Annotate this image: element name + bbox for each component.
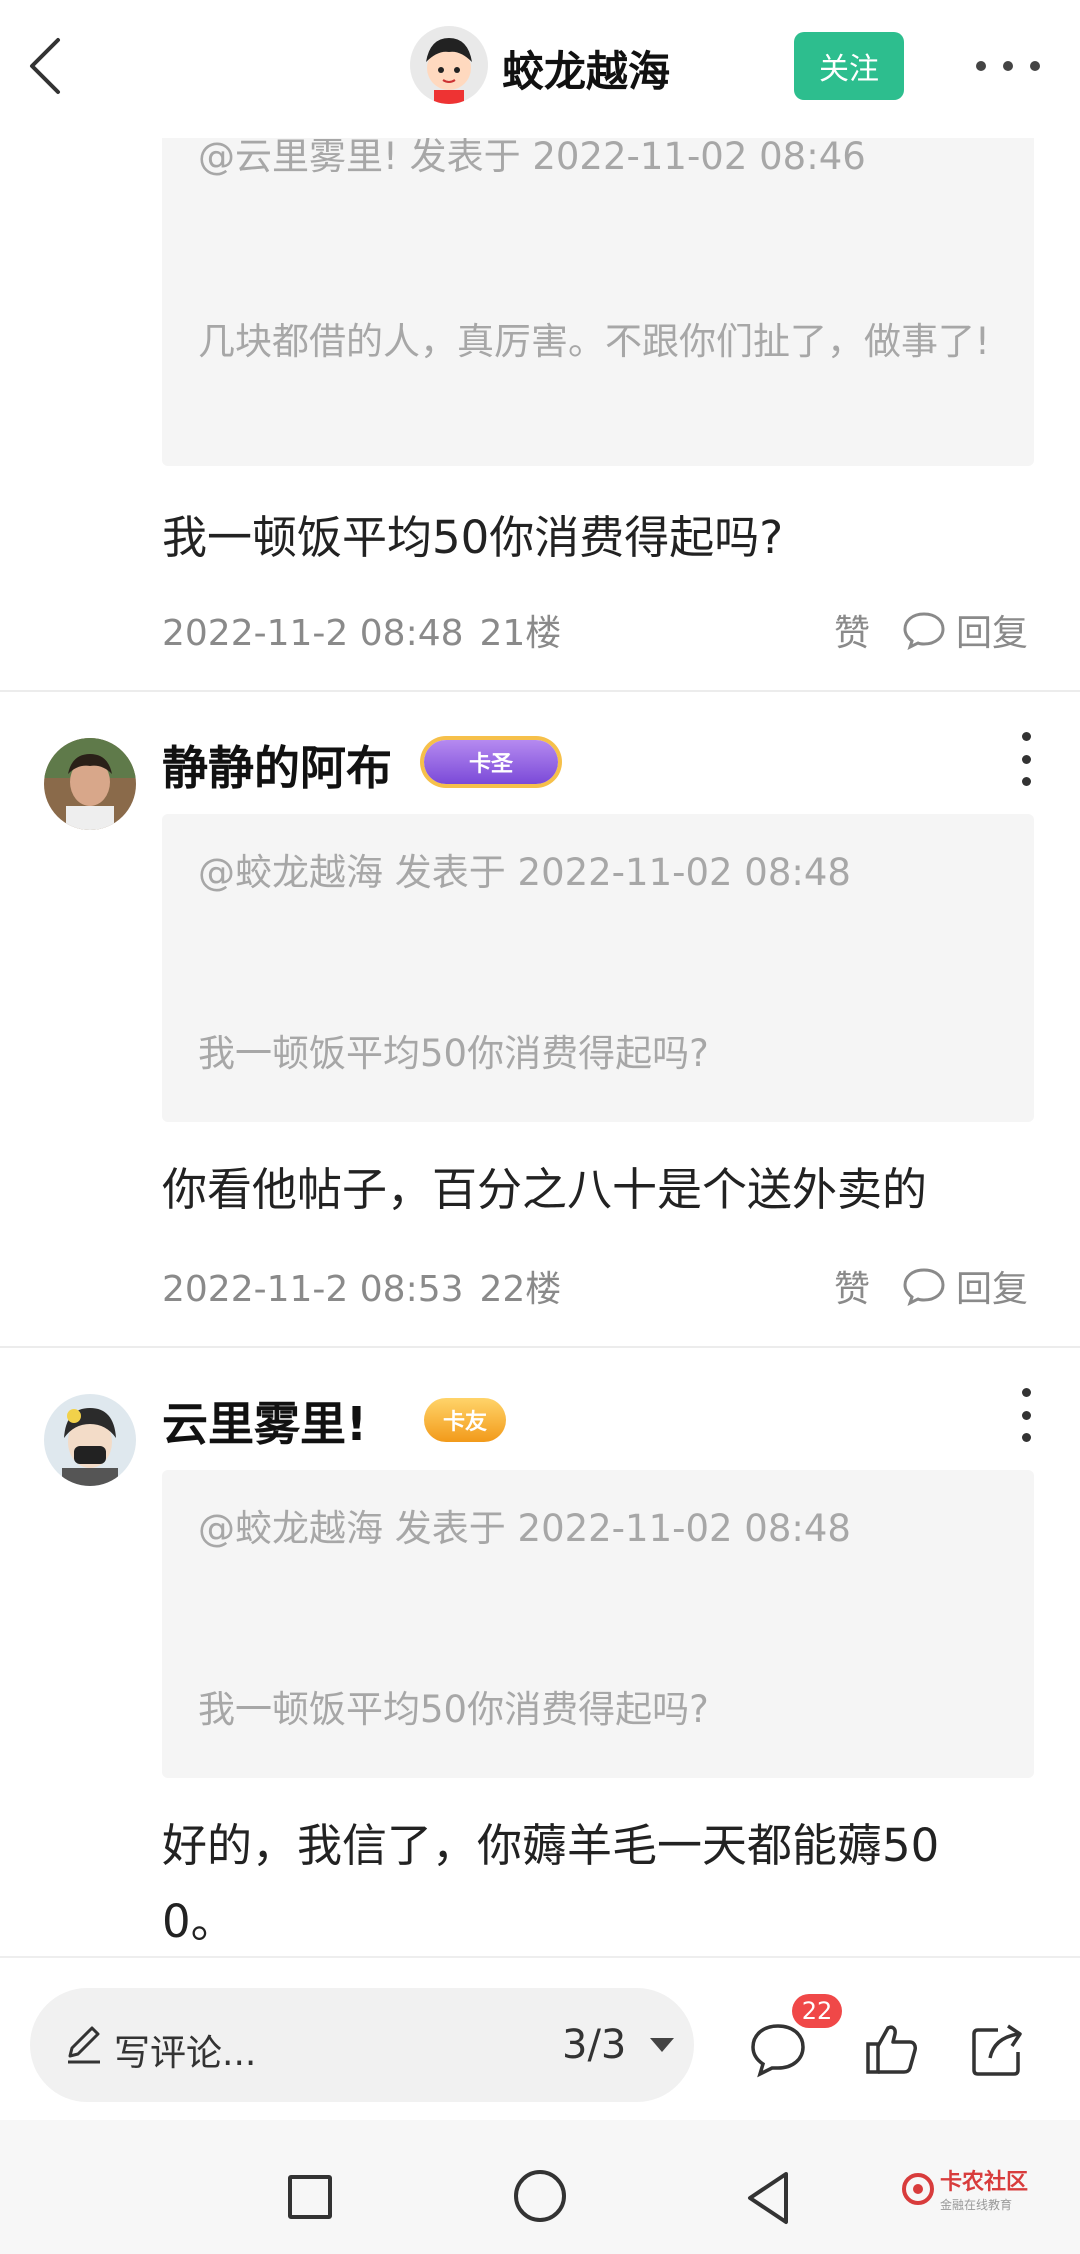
comment-meta: 2022-11-2 08:48 21楼 xyxy=(162,604,561,656)
author-name[interactable]: 蛟龙越海 xyxy=(502,38,670,99)
comment-bubble-icon xyxy=(903,612,945,650)
floor-number: 21楼 xyxy=(479,613,562,654)
comment-bubble-icon xyxy=(903,1268,945,1306)
quote-meta: @蛟龙越海 发表于 2022-11-02 08:48 xyxy=(198,1507,851,1550)
divider xyxy=(0,1346,1080,1348)
follow-button[interactable]: 关注 xyxy=(794,32,904,100)
comment-content: 好的，我信了，你薅羊毛一天都能薅50 0。 xyxy=(162,1808,1022,1960)
quoted-reply[interactable]: @云里雾里! 发表于 2022-11-02 08:46 几块都借的人，真厉害。不… xyxy=(162,90,1034,466)
comment-time: 2022-11-2 08:48 xyxy=(162,613,464,654)
quote-text: 我一顿饭平均50你消费得起吗? xyxy=(198,1688,709,1731)
kanong-logo-icon xyxy=(902,2172,934,2205)
comment-content: 你看他帖子，百分之八十是个送外卖的 xyxy=(162,1163,928,1216)
back-arrow-icon xyxy=(30,38,60,94)
dot-icon xyxy=(1021,732,1031,741)
reply-label: 回复 xyxy=(956,613,1029,654)
system-navigation-bar: 卡农社区 金融在线教育 xyxy=(0,2120,1080,2254)
pencil-icon xyxy=(68,2026,100,2064)
level-badge: 卡友 xyxy=(424,1398,506,1442)
dot-icon xyxy=(1021,777,1031,786)
recent-apps-button[interactable] xyxy=(288,2175,332,2219)
username[interactable]: 静静的阿布 xyxy=(162,732,392,798)
dot-icon xyxy=(1021,1410,1031,1420)
comment-time: 2022-11-2 08:53 xyxy=(162,1269,464,1310)
comment-count-badge: 22 xyxy=(792,1994,842,2028)
more-options-button[interactable] xyxy=(976,44,1040,88)
comment-input[interactable]: 写评论... 3/3 xyxy=(30,1988,694,2102)
dot-icon xyxy=(1030,61,1040,71)
quote-text: 我一顿饭平均50你消费得起吗? xyxy=(198,1032,709,1075)
quoted-reply[interactable]: @蛟龙越海 发表于 2022-11-02 08:48 我一顿饭平均50你消费得起… xyxy=(162,814,1034,1122)
like-button[interactable]: 赞 xyxy=(834,1260,870,1312)
dot-icon xyxy=(1003,61,1013,71)
watermark-title: 卡农社区 xyxy=(940,2170,1029,2195)
comment-content: 我一顿饭平均50你消费得起吗? xyxy=(162,511,784,564)
user-avatar[interactable] xyxy=(44,738,136,830)
comments-icon[interactable] xyxy=(748,2020,808,2080)
comment-line: 好的，我信了，你薅羊毛一天都能薅50 xyxy=(162,1819,940,1872)
dropdown-caret-icon[interactable] xyxy=(650,2038,674,2052)
top-app-bar: 蛟龙越海 关注 xyxy=(0,0,1080,138)
author-avatar[interactable] xyxy=(410,26,488,104)
more-menu-button[interactable] xyxy=(1016,1388,1036,1442)
reply-label: 回复 xyxy=(956,1269,1029,1310)
dot-icon xyxy=(976,61,986,71)
comment-meta: 2022-11-2 08:53 22楼 xyxy=(162,1260,561,1312)
quoted-reply[interactable]: @蛟龙越海 发表于 2022-11-02 08:48 我一顿饭平均50你消费得起… xyxy=(162,1470,1034,1778)
back-button[interactable] xyxy=(22,34,72,98)
watermark-subtitle: 金融在线教育 xyxy=(940,2198,1013,2212)
reply-button[interactable]: 回复 xyxy=(902,604,1028,656)
like-button[interactable]: 赞 xyxy=(834,604,870,656)
user-avatar[interactable] xyxy=(44,1394,136,1486)
share-icon[interactable] xyxy=(968,2020,1028,2080)
reply-button[interactable]: 回复 xyxy=(902,1260,1028,1312)
dot-icon xyxy=(1021,1388,1031,1397)
floor-number: 22楼 xyxy=(479,1269,562,1310)
divider xyxy=(0,690,1080,692)
home-button[interactable] xyxy=(514,2170,566,2222)
quote-meta: @蛟龙越海 发表于 2022-11-02 08:48 xyxy=(198,851,851,894)
more-menu-button[interactable] xyxy=(1016,732,1036,786)
level-badge: 卡圣 xyxy=(424,740,558,784)
system-back-button[interactable] xyxy=(744,2170,792,2226)
watermark: 卡农社区 金融在线教育 xyxy=(900,2164,1028,2213)
quote-text: 几块都借的人，真厉害。不跟你们扯了，做事了! xyxy=(198,320,990,363)
dot-icon xyxy=(1021,1433,1031,1442)
comment-placeholder: 写评论... xyxy=(114,2033,257,2074)
username[interactable]: 云里雾里! xyxy=(162,1388,367,1454)
comment-line: 0。 xyxy=(162,1895,236,1948)
page-indicator[interactable]: 3/3 xyxy=(562,2022,626,2068)
bottom-action-bar: 写评论... 3/3 22 xyxy=(0,1956,1080,2102)
thumbs-up-icon[interactable] xyxy=(862,2020,922,2080)
dot-icon xyxy=(1021,754,1031,764)
